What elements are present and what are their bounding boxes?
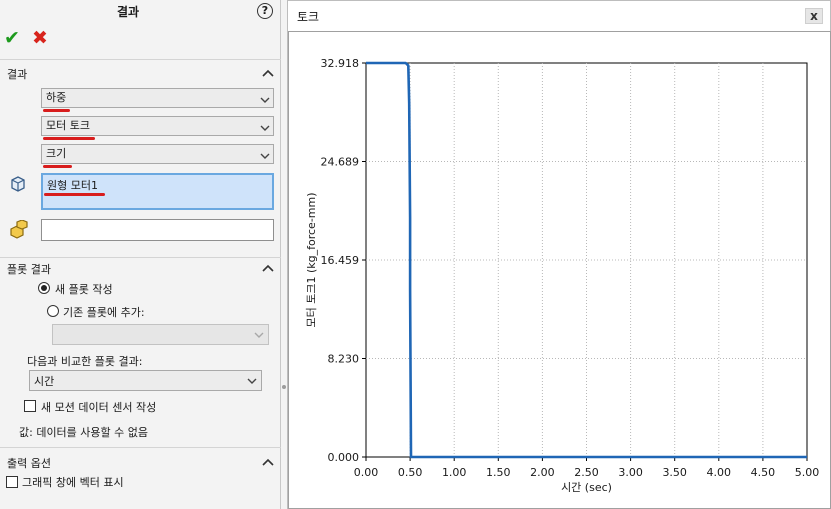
panel-title: 결과	[116, 5, 140, 19]
vector-display-label: 그래픽 창에 벡터 표시	[22, 476, 124, 489]
new-plot-label: 새 플롯 작성	[55, 283, 113, 296]
motor-selection-list[interactable]: 원형 모터1	[41, 173, 274, 210]
compare-axis-select[interactable]: 시간	[29, 370, 262, 391]
x-tick-label: 4.00	[707, 466, 732, 479]
x-tick-label: 3.50	[662, 466, 687, 479]
y-tick-label: 24.689	[321, 155, 360, 168]
y-tick-label: 0.000	[328, 451, 360, 464]
chevron-up-icon[interactable]	[262, 457, 274, 467]
help-icon[interactable]: ?	[257, 3, 273, 19]
torque-chart: 0.00 0.50 1.00 1.50 2.00 2.50 3.00 3.50 4.00 4.50…	[305, 57, 820, 494]
result-category-value: 하중	[46, 91, 67, 104]
y-tick-label: 8.230	[328, 352, 360, 365]
chevron-up-icon[interactable]	[262, 263, 274, 273]
x-tick-label: 4.50	[751, 466, 776, 479]
sensor-label: 새 모션 데이터 센서 작성	[41, 401, 157, 414]
highlight-mark	[43, 109, 70, 112]
new-plot-radio[interactable]	[38, 282, 50, 294]
output-section-title: 출력 옵션	[7, 457, 51, 470]
y-tick-label: 32.918	[321, 57, 360, 70]
x-tick-label: 0.00	[354, 466, 379, 479]
plot-frame: 0.00 0.50 1.00 1.50 2.00 2.50 3.00 3.50 4.00 4.50…	[288, 31, 831, 509]
x-axis-label: 시간 (sec)	[561, 481, 612, 494]
x-tick-label: 0.50	[398, 466, 423, 479]
chevron-down-icon	[260, 149, 270, 159]
chevron-down-icon	[247, 376, 257, 386]
checkmark-icon[interactable]: ✔	[4, 28, 22, 48]
result-category-select[interactable]: 하중	[41, 88, 274, 108]
cross-icon[interactable]: ✖	[32, 28, 50, 48]
y-tick-label: 16.459	[321, 254, 360, 267]
reference-component-input[interactable]	[41, 219, 274, 241]
value-status-text: 값: 데이터를 사용할 수 없음	[19, 426, 149, 439]
existing-plot-select	[52, 324, 269, 345]
y-axis-label: 모터 토크1 (kg_force-mm)	[305, 192, 318, 327]
reference-component-icon	[8, 219, 30, 240]
plot-results-section-title: 플롯 결과	[7, 263, 51, 276]
results-property-panel: 결과 ? ✔ ✖ 결과 하중 모터 토크 크기 원형 모터1 플롯 결과 새 플…	[0, 0, 281, 509]
splitter-grip[interactable]	[282, 385, 286, 389]
sensor-checkbox[interactable]	[24, 400, 36, 412]
highlight-mark	[43, 137, 95, 140]
add-existing-plot-label: 기존 플롯에 추가:	[63, 306, 145, 319]
motor-part-icon	[8, 174, 28, 194]
chevron-down-icon	[260, 121, 270, 131]
chevron-up-icon[interactable]	[262, 68, 274, 78]
x-tick-label: 2.00	[530, 466, 555, 479]
plot-window-title: 토크	[297, 10, 320, 24]
result-component-value: 크기	[46, 147, 67, 160]
x-tick-label: 2.50	[574, 466, 599, 479]
x-tick-label: 3.00	[618, 466, 643, 479]
results-section-title: 결과	[7, 68, 28, 81]
compare-label: 다음과 비교한 플롯 결과:	[27, 355, 143, 368]
add-existing-plot-radio[interactable]	[47, 305, 59, 317]
divider	[0, 59, 281, 60]
x-tick-label: 5.00	[795, 466, 820, 479]
plot-window: 토크 x 0.00 0.50 1.00 1.50 2.00 2.50 3.00 3.50 4.0…	[287, 0, 831, 509]
compare-axis-value: 시간	[34, 375, 55, 388]
close-button[interactable]: x	[805, 8, 823, 24]
x-tick-label: 1.50	[486, 466, 511, 479]
vector-display-checkbox[interactable]	[6, 476, 18, 488]
result-component-select[interactable]: 크기	[41, 144, 274, 164]
highlight-mark	[43, 165, 72, 168]
highlight-mark	[44, 193, 105, 196]
result-subcategory-select[interactable]: 모터 토크	[41, 116, 274, 136]
divider	[0, 447, 281, 448]
list-item[interactable]: 원형 모터1	[47, 179, 98, 192]
chevron-down-icon	[260, 93, 270, 103]
chevron-down-icon	[254, 330, 264, 340]
divider	[0, 257, 281, 258]
result-subcategory-value: 모터 토크	[46, 119, 90, 132]
x-tick-label: 1.00	[442, 466, 467, 479]
